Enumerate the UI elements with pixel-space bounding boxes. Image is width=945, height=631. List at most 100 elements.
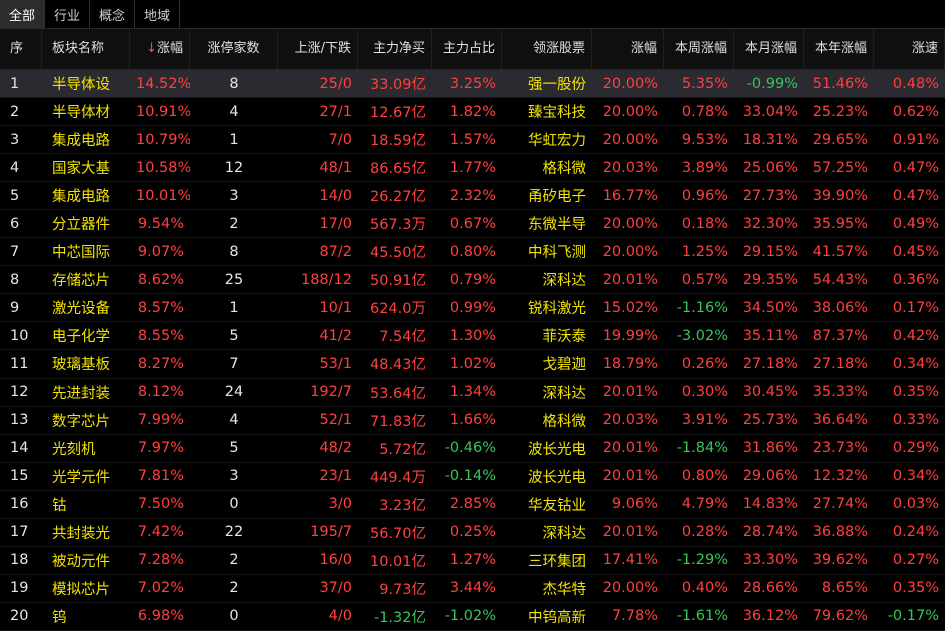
row-seq: 9 xyxy=(10,299,20,316)
row-leading-stock: 中钨高新 xyxy=(528,609,586,626)
table-row[interactable]: 6 分立器件 9.54% 2 17/0 567.3万 0.67% 东微半导 20.00% 0.18… xyxy=(0,210,945,239)
row-change-pct: 10.58% xyxy=(136,159,190,176)
table-row[interactable]: 2 半导体材 10.91% 4 27/1 12.67亿 1.82% 臻宝科技 20.00% 0.7… xyxy=(0,98,945,127)
row-sector-name: 国家大基 xyxy=(52,161,110,178)
table-row[interactable]: 4 国家大基 10.58% 12 48/1 86.65亿 1.77% 格科微 20.03% 3.8… xyxy=(0,154,945,183)
row-change-pct: 7.81% xyxy=(137,468,184,485)
table-row[interactable]: 13 数字芯片 7.99% 4 52/1 71.83亿 1.66% 格科微 20.03% 3.91… xyxy=(0,407,945,435)
row-main-ratio: 1.27% xyxy=(449,552,496,569)
row-leading-stock: 强一股份 xyxy=(528,77,586,94)
table-row[interactable]: 3 集成电路 10.79% 1 7/0 18.59亿 1.57% 华虹宏力 20.00% 9.53… xyxy=(0,126,945,155)
header-seq[interactable]: 序 xyxy=(0,29,42,69)
row-week-change: 0.26% xyxy=(681,355,728,372)
row-month-change: 31.86% xyxy=(742,440,798,457)
row-week-change: 3.91% xyxy=(681,412,728,429)
row-month-change: 34.50% xyxy=(742,299,798,316)
row-year-change: 51.46% xyxy=(812,75,868,92)
header-limit-up-count[interactable]: 涨停家数 xyxy=(190,29,278,69)
row-lead-change-pct: 20.00% xyxy=(602,103,658,120)
table-row[interactable]: 9 激光设备 8.57% 1 10/1 624.0万 0.99% 锐科激光 15.02% -1.1… xyxy=(0,294,945,323)
row-year-change: 39.90% xyxy=(812,187,868,204)
row-month-change: 28.74% xyxy=(742,524,798,541)
header-speed[interactable]: 涨速 xyxy=(874,29,945,69)
header-change-pct[interactable]: ↓涨幅 xyxy=(130,29,190,69)
row-week-change: 0.57% xyxy=(681,271,728,288)
row-leading-stock: 格科微 xyxy=(542,161,587,178)
table-row[interactable]: 15 光学元件 7.81% 3 23/1 449.4万 -0.14% 波长光电 20.01% 0.… xyxy=(0,463,945,491)
row-year-change: 36.64% xyxy=(812,412,868,429)
table-header: 序 板块名称 ↓涨幅 涨停家数 上涨/下跌 主力净买 主力占比 领涨股票 涨幅 … xyxy=(0,29,945,70)
header-week-change[interactable]: 本周涨幅 xyxy=(664,29,734,69)
row-sector-name: 集成电路 xyxy=(52,189,110,206)
tab-industry[interactable]: 行业 xyxy=(45,0,91,28)
row-sector-name: 集成电路 xyxy=(52,133,110,150)
tab-region[interactable]: 地域 xyxy=(135,0,181,28)
row-month-change: 36.12% xyxy=(742,608,798,625)
row-up-down: 23/1 xyxy=(319,468,352,485)
header-year-change[interactable]: 本年涨幅 xyxy=(804,29,874,69)
row-up-down: 188/12 xyxy=(300,271,352,288)
row-sector-name: 激光设备 xyxy=(52,301,110,318)
table-row[interactable]: 18 被动元件 7.28% 2 16/0 10.01亿 1.27% 三环集团 17.41% -1.… xyxy=(0,547,945,575)
row-main-net-buy: 7.54亿 xyxy=(379,329,426,346)
table-row[interactable]: 1 半导体设 14.52% 8 25/0 33.09亿 3.25% 强一股份 20.00% 5.3… xyxy=(0,70,945,99)
header-up-down[interactable]: 上涨/下跌 xyxy=(278,29,358,69)
table-row[interactable]: 20 钨 6.98% 0 4/0 -1.32亿 -1.02% 中钨高新 7.78% -1.61% 3… xyxy=(0,603,945,631)
table-row[interactable]: 19 模拟芯片 7.02% 2 37/0 9.73亿 3.44% 杰华特 20.00% 0.40%… xyxy=(0,575,945,603)
row-week-change: -1.16% xyxy=(676,299,728,316)
tab-all[interactable]: 全部 xyxy=(0,0,46,28)
row-speed: 0.17% xyxy=(892,299,939,316)
row-lead-change-pct: 19.99% xyxy=(602,327,658,344)
row-lead-change-pct: 20.00% xyxy=(602,131,658,148)
row-leading-stock: 深科达 xyxy=(542,385,587,402)
table-row[interactable]: 16 钴 7.50% 0 3/0 3.23亿 2.85% 华友钴业 9.06% 4.79% 14.8… xyxy=(0,491,945,519)
header-lead-change-pct[interactable]: 涨幅 xyxy=(592,29,664,69)
row-week-change: -1.84% xyxy=(676,440,728,457)
row-change-pct: 6.98% xyxy=(137,608,184,625)
row-year-change: 35.33% xyxy=(812,384,868,401)
row-main-ratio: 1.34% xyxy=(449,384,496,401)
table-row[interactable]: 10 电子化学 8.55% 5 41/2 7.54亿 1.30% 菲沃泰 19.99% -3.02… xyxy=(0,322,945,351)
header-main-ratio[interactable]: 主力占比 xyxy=(432,29,502,69)
row-leading-stock: 东微半导 xyxy=(528,217,586,234)
row-leading-stock: 华友钴业 xyxy=(528,497,586,514)
row-sector-name: 分立器件 xyxy=(52,217,110,234)
row-change-pct: 7.02% xyxy=(137,580,184,597)
header-leading-stock[interactable]: 领涨股票 xyxy=(502,29,592,69)
table-row[interactable]: 7 中芯国际 9.07% 8 87/2 45.50亿 0.80% 中科飞测 20.00% 1.25… xyxy=(0,238,945,267)
table-row[interactable]: 14 光刻机 7.97% 5 48/2 5.72亿 -0.46% 波长光电 20.01% -1.8… xyxy=(0,435,945,463)
row-seq: 17 xyxy=(10,524,29,541)
tab-concept[interactable]: 概念 xyxy=(90,0,136,28)
row-limit-up-count: 8 xyxy=(229,243,239,260)
table-row[interactable]: 5 集成电路 10.01% 3 14/0 26.27亿 2.32% 甬矽电子 16.77% 0.9… xyxy=(0,182,945,211)
row-sector-name: 光刻机 xyxy=(52,441,96,458)
row-month-change: 29.06% xyxy=(742,468,798,485)
header-main-net-buy[interactable]: 主力净买 xyxy=(358,29,432,69)
row-lead-change-pct: 9.06% xyxy=(611,496,658,513)
row-seq: 7 xyxy=(10,243,20,260)
row-limit-up-count: 24 xyxy=(224,384,244,401)
row-week-change: -1.29% xyxy=(676,552,728,569)
row-seq: 1 xyxy=(10,75,20,92)
row-seq: 14 xyxy=(10,440,29,457)
row-week-change: 9.53% xyxy=(681,131,728,148)
table-row[interactable]: 17 共封装光 7.42% 22 195/7 56.70亿 0.25% 深科达 20.01% 0.… xyxy=(0,519,945,547)
table-row[interactable]: 11 玻璃基板 8.27% 7 53/1 48.43亿 1.02% 戈碧迦 18.79% 0.26… xyxy=(0,350,945,379)
table-row[interactable]: 8 存储芯片 8.62% 25 188/12 50.91亿 0.79% 深科达 20.01% 0.… xyxy=(0,266,945,295)
row-limit-up-count: 1 xyxy=(229,131,239,148)
row-main-ratio: 1.02% xyxy=(449,355,496,372)
row-limit-up-count: 2 xyxy=(229,215,239,232)
row-main-ratio: 1.66% xyxy=(449,412,496,429)
row-leading-stock: 臻宝科技 xyxy=(528,105,586,122)
row-main-ratio: 3.44% xyxy=(449,580,496,597)
category-tabs: 全部 行业 概念 地域 xyxy=(0,0,945,29)
row-up-down: 48/1 xyxy=(319,159,352,176)
header-month-change[interactable]: 本月涨幅 xyxy=(734,29,804,69)
row-speed: 0.27% xyxy=(892,552,939,569)
row-speed: 0.62% xyxy=(892,103,939,120)
row-sector-name: 数字芯片 xyxy=(52,413,110,430)
header-sector-name[interactable]: 板块名称 xyxy=(42,29,130,69)
row-limit-up-count: 4 xyxy=(229,412,239,429)
row-leading-stock: 深科达 xyxy=(542,525,587,542)
table-row[interactable]: 12 先进封装 8.12% 24 192/7 53.64亿 1.34% 深科达 20.01% 0.… xyxy=(0,379,945,407)
